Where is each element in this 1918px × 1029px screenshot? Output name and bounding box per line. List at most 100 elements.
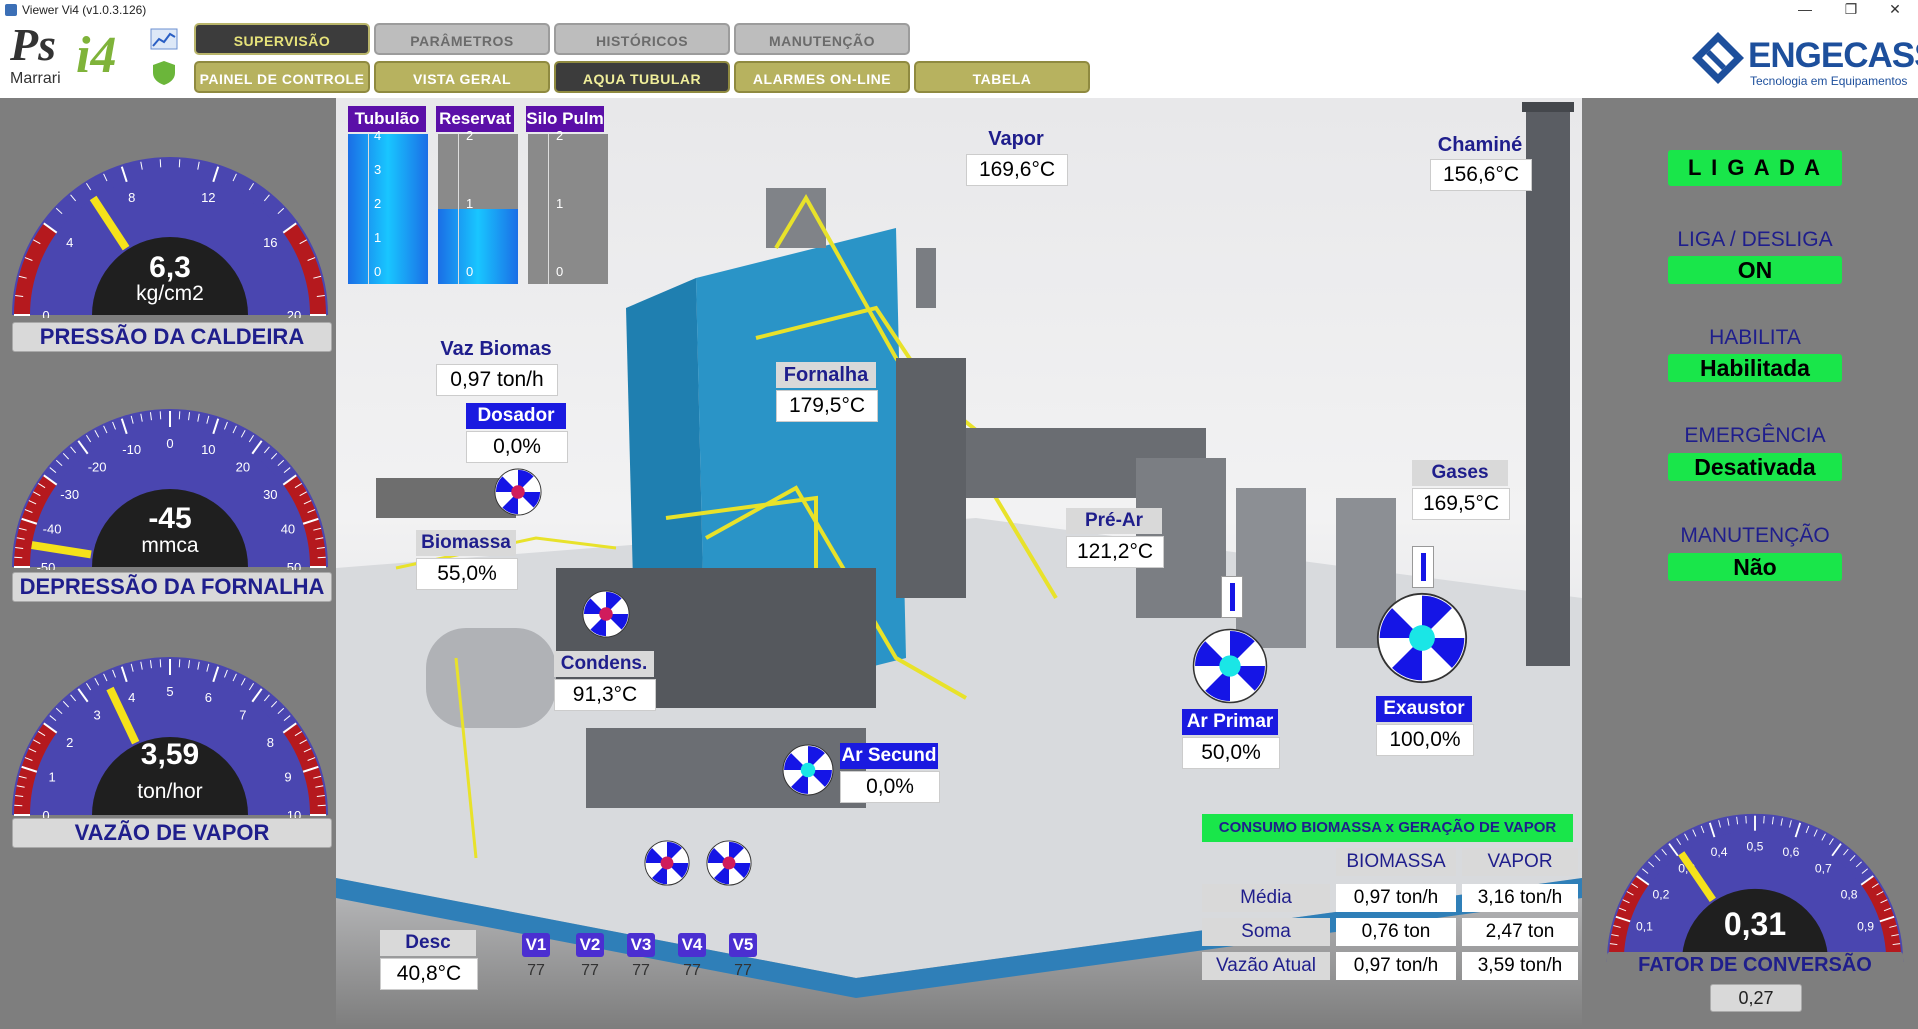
consumo-cell: 0,97 ton/h bbox=[1336, 884, 1456, 912]
tank-tick-label: 1 bbox=[556, 196, 564, 211]
window-title: Viewer Vi4 (v1.0.3.126) bbox=[22, 3, 147, 17]
vaz-biomas-value: 0,97 ton/h bbox=[436, 364, 558, 396]
gauge-tick-label: 10 bbox=[287, 808, 301, 818]
minimize-button[interactable]: — bbox=[1782, 0, 1828, 20]
valve-v2-label[interactable]: V2 bbox=[576, 933, 604, 957]
gauge-tick-label: 0 bbox=[42, 808, 49, 818]
shield-icon[interactable] bbox=[152, 60, 176, 86]
valve-v5-label[interactable]: V5 bbox=[729, 933, 757, 957]
gauge-tick-label: 5 bbox=[166, 684, 173, 699]
nav-aqua-tubular[interactable]: AQUA TUBULAR bbox=[554, 61, 730, 93]
ar-secund-fan-icon[interactable] bbox=[782, 744, 834, 801]
gauge-tick bbox=[14, 804, 23, 807]
fornalha-label: Fornalha bbox=[776, 362, 876, 388]
valve-v4-label[interactable]: V4 bbox=[678, 933, 706, 957]
chamine-label: Chaminé bbox=[1437, 134, 1523, 156]
psi4-logo: Ps Marrari i4 bbox=[8, 19, 148, 96]
gauge-tick-label: -10 bbox=[122, 442, 141, 457]
gauge-tick-label: -30 bbox=[60, 487, 79, 502]
valve-v3-label[interactable]: V3 bbox=[627, 933, 655, 957]
valve-v1-label[interactable]: V1 bbox=[522, 933, 550, 957]
tank-scale bbox=[348, 134, 369, 284]
gauge-tick-label: 10 bbox=[201, 442, 215, 457]
pre-ar-value: 121,2°C bbox=[1066, 536, 1164, 568]
pressao-unit: kg/cm2 bbox=[136, 282, 204, 305]
pump-1-fan-icon[interactable] bbox=[644, 840, 690, 891]
gauge-tick-label: 0,4 bbox=[1711, 845, 1728, 859]
ar-primar-damper bbox=[1221, 576, 1243, 618]
logo-i4: i4 bbox=[76, 27, 117, 84]
fator-value: 0,31 bbox=[1723, 906, 1787, 942]
engecass-emblem-icon bbox=[1692, 32, 1744, 84]
liga-desliga-button[interactable]: ON bbox=[1668, 256, 1842, 284]
vapor-value: 169,6°C bbox=[966, 154, 1068, 186]
manutencao-label: MANUTENÇÃO bbox=[1680, 524, 1830, 547]
tank-silo-pulm: 2 1 0 bbox=[528, 128, 608, 284]
tank-tick-label: 2 bbox=[466, 128, 474, 143]
gauge-tick-label: 8 bbox=[128, 190, 135, 205]
pump-2-fan-icon[interactable] bbox=[706, 840, 752, 891]
ligada-indicator: L I G A D A bbox=[1668, 150, 1842, 186]
consumo-header-vapor: VAPOR bbox=[1462, 848, 1578, 876]
gauge-tick bbox=[159, 411, 162, 420]
biomassa-fan-icon[interactable] bbox=[582, 590, 630, 643]
vaz-biomas-label: Vaz Biomas bbox=[440, 338, 552, 360]
ar-primar-label[interactable]: Ar Primar bbox=[1182, 709, 1278, 735]
nav-painel-de-controle[interactable]: PAINEL DE CONTROLE bbox=[194, 61, 370, 93]
exaustor-label[interactable]: Exaustor bbox=[1376, 696, 1472, 722]
habilita-button[interactable]: Habilitada bbox=[1668, 354, 1842, 382]
consumo-row-label: Média bbox=[1202, 884, 1330, 912]
gauge-tick-label: 30 bbox=[263, 487, 277, 502]
nav-manutencao[interactable]: MANUTENÇÃO bbox=[734, 23, 910, 55]
tank-tick-label: 1 bbox=[374, 230, 382, 245]
ar-secund-label[interactable]: Ar Secund bbox=[840, 743, 938, 769]
fator-sub-value: 0,27 bbox=[1710, 984, 1802, 1012]
ar-primar-fan-icon[interactable] bbox=[1192, 628, 1268, 709]
logo-marrari: Marrari bbox=[10, 70, 61, 87]
fornalha-value: 179,5°C bbox=[776, 390, 878, 422]
manutencao-button[interactable]: Não bbox=[1668, 553, 1842, 581]
maximize-button[interactable]: ❐ bbox=[1828, 0, 1874, 20]
gases-value: 169,5°C bbox=[1412, 488, 1510, 520]
gauge-tick-label: 3 bbox=[93, 708, 100, 723]
gauge-tick-label: 7 bbox=[239, 708, 246, 723]
engecass-logo: ENGECASS Tecnologia em Equipamentos bbox=[1690, 30, 1918, 90]
consumo-cell: 3,59 ton/h bbox=[1462, 952, 1578, 980]
title-bar: Viewer Vi4 (v1.0.3.126) — ❐ ✕ bbox=[0, 0, 1918, 20]
fator-label: FATOR DE CONVERSÃO bbox=[1607, 952, 1903, 978]
gauge-tick-label: 0,7 bbox=[1815, 862, 1832, 876]
consumo-row-label: Soma bbox=[1202, 918, 1330, 946]
nav-alarmes-online[interactable]: ALARMES ON-LINE bbox=[734, 61, 910, 93]
dosador-label[interactable]: Dosador bbox=[466, 403, 566, 429]
chart-icon[interactable] bbox=[150, 28, 178, 50]
chamine-value: 156,6°C bbox=[1430, 159, 1532, 191]
tank-tick-label: 0 bbox=[374, 264, 382, 279]
gauge-tick-label: 0,8 bbox=[1841, 887, 1858, 901]
consumo-cell: 0,97 ton/h bbox=[1336, 952, 1456, 980]
valve-v3-value: 77 bbox=[632, 962, 650, 979]
nav-historicos[interactable]: HISTÓRICOS bbox=[554, 23, 730, 55]
close-button[interactable]: ✕ bbox=[1872, 0, 1918, 20]
gauge-tick-label: 4 bbox=[66, 235, 73, 250]
tank-tubulao: 4 3 2 1 0 bbox=[348, 128, 428, 284]
gauge-tick-label: 0 bbox=[166, 436, 173, 451]
nav-supervisao[interactable]: SUPERVISÃO bbox=[194, 23, 370, 55]
dosador-fan-icon[interactable] bbox=[494, 468, 542, 521]
tank-tick-label: 0 bbox=[466, 264, 474, 279]
emergencia-button[interactable]: Desativada bbox=[1668, 453, 1842, 481]
nav-vista-geral[interactable]: VISTA GERAL bbox=[374, 61, 550, 93]
nav-parametros[interactable]: PARÂMETROS bbox=[374, 23, 550, 55]
vapor-label: Vapor bbox=[988, 128, 1044, 150]
dosador-value: 0,0% bbox=[466, 431, 568, 463]
gauge-tick-label: 12 bbox=[201, 190, 215, 205]
tank-tubulao-title: Tubulão bbox=[348, 106, 426, 132]
nav-tabela[interactable]: TABELA bbox=[914, 61, 1090, 93]
exaustor-fan-icon[interactable] bbox=[1376, 592, 1468, 689]
tank-tick-label: 4 bbox=[374, 128, 382, 143]
consumo-header-biomassa: BIOMASSA bbox=[1336, 848, 1456, 876]
gauge-tick bbox=[159, 159, 162, 168]
habilita-label: HABILITA bbox=[1709, 326, 1801, 349]
gauge-tick-label: 20 bbox=[236, 460, 250, 475]
desc-fund-label: Desc Fund bbox=[380, 930, 476, 979]
consumo-title: CONSUMO BIOMASSA x GERAÇÃO DE VAPOR bbox=[1202, 814, 1573, 842]
